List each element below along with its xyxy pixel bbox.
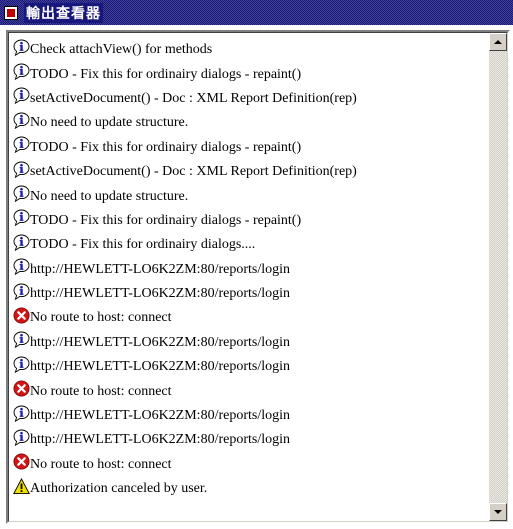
error-icon bbox=[13, 307, 30, 324]
output-panel: Check attachView() for methods TODO - Fix… bbox=[6, 30, 510, 524]
log-list[interactable]: Check attachView() for methods TODO - Fix… bbox=[11, 35, 487, 521]
error-icon bbox=[13, 380, 30, 397]
log-entry[interactable]: No need to update structure. bbox=[11, 108, 487, 132]
log-entry-text: TODO - Fix this for ordinairy dialogs - … bbox=[30, 212, 302, 228]
window-title: 輸出查看器 bbox=[24, 2, 103, 23]
log-entry[interactable]: No route to host: connect bbox=[11, 303, 487, 327]
info-icon bbox=[13, 161, 30, 178]
arrow-down-icon bbox=[494, 510, 502, 514]
log-entry[interactable]: http://HEWLETT-LO6K2ZM:80/reports/login bbox=[11, 255, 487, 279]
log-entry-text: http://HEWLETT-LO6K2ZM:80/reports/login bbox=[30, 432, 291, 448]
log-entry-text: No need to update structure. bbox=[30, 188, 189, 204]
log-entry-text: http://HEWLETT-LO6K2ZM:80/reports/login bbox=[30, 334, 291, 350]
info-icon bbox=[13, 87, 30, 105]
window-icon bbox=[4, 5, 18, 20]
log-entry[interactable]: No route to host: connect bbox=[11, 450, 487, 474]
scroll-down-button[interactable] bbox=[489, 503, 507, 521]
info-icon bbox=[13, 331, 30, 349]
log-entry[interactable]: TODO - Fix this for ordinairy dialogs...… bbox=[11, 230, 487, 254]
arrow-up-icon bbox=[494, 40, 502, 44]
info-icon bbox=[13, 112, 30, 129]
log-entry-text: Check attachView() for methods bbox=[30, 42, 213, 58]
log-entry-text: No need to update structure. bbox=[30, 115, 189, 131]
warning-icon bbox=[13, 477, 30, 495]
log-entry[interactable]: Authorization canceled by user. bbox=[11, 474, 487, 498]
info-icon bbox=[13, 429, 30, 446]
info-icon bbox=[13, 356, 30, 373]
info-icon bbox=[13, 39, 30, 56]
info-icon bbox=[13, 185, 30, 203]
error-icon bbox=[13, 453, 30, 470]
log-entry-text: http://HEWLETT-LO6K2ZM:80/reports/login bbox=[30, 261, 291, 277]
log-entry-text: setActiveDocument() - Doc : XML Report D… bbox=[30, 164, 357, 180]
log-entry[interactable]: setActiveDocument() - Doc : XML Report D… bbox=[11, 157, 487, 181]
info-icon bbox=[13, 405, 30, 422]
log-entry-text: TODO - Fix this for ordinairy dialogs - … bbox=[30, 139, 302, 155]
log-entry[interactable]: TODO - Fix this for ordinairy dialogs - … bbox=[11, 59, 487, 83]
info-icon bbox=[13, 209, 30, 227]
info-icon bbox=[13, 283, 30, 300]
log-entry[interactable]: TODO - Fix this for ordinairy dialogs - … bbox=[11, 206, 487, 230]
info-icon bbox=[13, 234, 30, 251]
log-entry[interactable]: setActiveDocument() - Doc : XML Report D… bbox=[11, 84, 487, 108]
log-entry[interactable]: http://HEWLETT-LO6K2ZM:80/reports/login bbox=[11, 425, 487, 449]
log-entry[interactable]: No route to host: connect bbox=[11, 376, 487, 400]
log-entry-text: No route to host: connect bbox=[30, 383, 172, 399]
log-entry-text: http://HEWLETT-LO6K2ZM:80/reports/login bbox=[30, 408, 291, 424]
log-entry-text: TODO - Fix this for ordinairy dialogs - … bbox=[30, 66, 302, 82]
log-entry-text: No route to host: connect bbox=[30, 456, 172, 472]
log-entry-text: TODO - Fix this for ordinairy dialogs...… bbox=[30, 237, 256, 253]
log-entry[interactable]: http://HEWLETT-LO6K2ZM:80/reports/login bbox=[11, 352, 487, 376]
log-entry-text: setActiveDocument() - Doc : XML Report D… bbox=[30, 90, 357, 106]
log-entry[interactable]: http://HEWLETT-LO6K2ZM:80/reports/login bbox=[11, 279, 487, 303]
info-icon bbox=[13, 136, 30, 154]
log-entry-text: http://HEWLETT-LO6K2ZM:80/reports/login bbox=[30, 359, 291, 375]
info-icon bbox=[13, 258, 30, 276]
log-entry-text: http://HEWLETT-LO6K2ZM:80/reports/login bbox=[30, 286, 291, 302]
vertical-scrollbar[interactable] bbox=[489, 33, 507, 521]
log-entry[interactable]: No need to update structure. bbox=[11, 181, 487, 205]
log-entry[interactable]: TODO - Fix this for ordinairy dialogs - … bbox=[11, 133, 487, 157]
output-panel-frame: Check attachView() for methods TODO - Fix… bbox=[8, 32, 508, 522]
log-entry[interactable]: http://HEWLETT-LO6K2ZM:80/reports/login bbox=[11, 401, 487, 425]
log-entry-text: Authorization canceled by user. bbox=[30, 481, 208, 497]
scroll-up-button[interactable] bbox=[489, 33, 507, 51]
output-viewer-window: 輸出查看器 Check attachView() for methods TODO… bbox=[0, 0, 513, 529]
log-entry-text: No route to host: connect bbox=[30, 310, 172, 326]
title-bar[interactable]: 輸出查看器 bbox=[0, 0, 513, 25]
log-entry[interactable]: http://HEWLETT-LO6K2ZM:80/reports/login bbox=[11, 328, 487, 352]
info-icon bbox=[13, 63, 30, 81]
log-entry[interactable]: Check attachView() for methods bbox=[11, 35, 487, 59]
